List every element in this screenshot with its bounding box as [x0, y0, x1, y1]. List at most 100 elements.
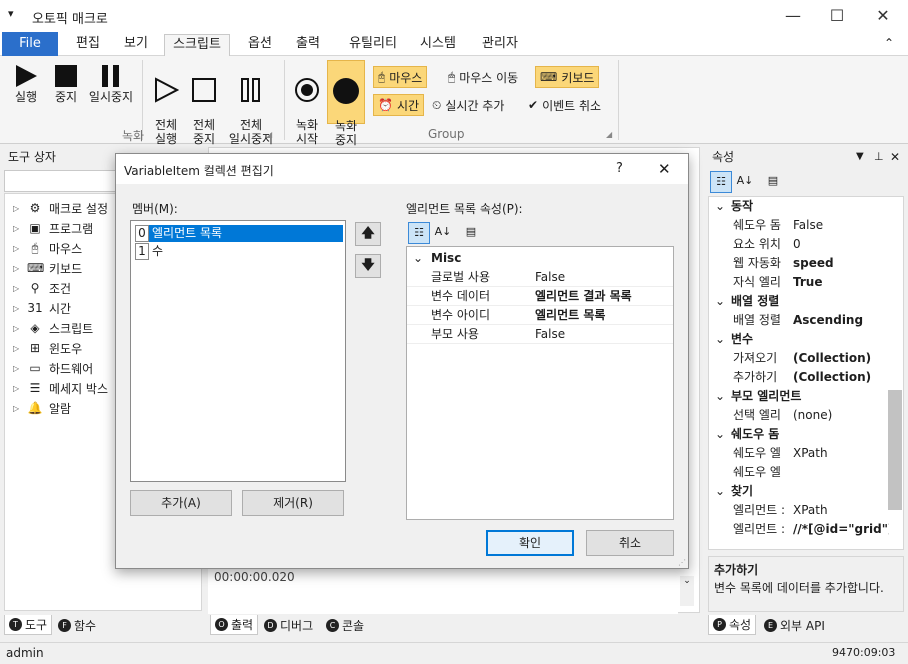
property-row[interactable]: 엘리먼트 : //*[@id="grid"]	[709, 520, 889, 539]
categorized-view-icon[interactable]: ☷	[710, 171, 732, 193]
tab-debug[interactable]: D 디버그	[260, 615, 317, 635]
tab-system[interactable]: 시스템	[412, 34, 464, 56]
property-row[interactable]: 배열 정렬 Ascending	[709, 311, 889, 330]
group-launcher-icon[interactable]: ◢	[266, 130, 272, 139]
time-record-toggle[interactable]: ⏰ 시간	[373, 94, 425, 116]
ribbon-collapse-icon[interactable]: ⌃	[884, 36, 894, 50]
expand-arrow-icon[interactable]: ▷	[13, 344, 21, 353]
tab-properties[interactable]: P 속성	[708, 615, 757, 635]
property-category[interactable]: ⌄ 부모 엘리먼트	[709, 387, 889, 406]
property-row[interactable]: 쉐도우 엘 XPath	[709, 444, 889, 463]
tab-output[interactable]: O 출력	[210, 615, 259, 635]
property-row[interactable]: 웹 자동화 speed	[709, 254, 889, 273]
property-row[interactable]: 부모 사용 False	[407, 325, 673, 344]
property-row[interactable]: 쉐도우 돔 False	[709, 216, 889, 235]
property-row[interactable]: 선택 엘리 (none)	[709, 406, 889, 425]
panel-close-icon[interactable]: ✕	[890, 147, 900, 167]
tab-tools[interactable]: T 도구	[4, 615, 53, 635]
stop-all-button[interactable]: 전체 중지	[186, 62, 222, 160]
ok-button[interactable]: 확인	[486, 530, 574, 556]
expand-arrow-icon[interactable]: ▷	[13, 204, 21, 213]
property-category[interactable]: ⌄ Misc	[407, 249, 673, 267]
expand-arrow-icon[interactable]: ▷	[13, 244, 21, 253]
tree-item[interactable]: ▷ ▣ 프로그램	[13, 218, 93, 238]
pause-button[interactable]: 일시중지	[86, 62, 136, 104]
expand-arrow-icon[interactable]: ▷	[13, 304, 21, 313]
tab-file[interactable]: File	[2, 32, 58, 56]
tree-item[interactable]: ▷ ▭ 하드웨어	[13, 358, 93, 378]
close-button[interactable]: ✕	[860, 0, 906, 32]
stop-button[interactable]: 중지	[48, 62, 84, 104]
tree-item[interactable]: ▷ ⚙ 매크로 설정	[13, 198, 108, 218]
panel-dropdown-icon[interactable]: ▼	[856, 147, 864, 167]
record-start-button[interactable]: 녹화 시작	[290, 62, 324, 160]
maximize-button[interactable]: ☐	[814, 0, 860, 32]
list-item[interactable]: 1 수	[135, 243, 163, 260]
properties-scrollbar-thumb[interactable]	[888, 390, 902, 510]
pin-icon[interactable]: ⊥	[874, 147, 884, 167]
tree-item[interactable]: ▷ 🖰 마우스	[13, 238, 82, 258]
help-button[interactable]: ?	[616, 161, 623, 176]
run-all-button[interactable]: 전체 실행	[148, 62, 184, 160]
cancel-button[interactable]: 취소	[586, 530, 674, 556]
alphabetical-sort-icon[interactable]: A↓	[432, 222, 454, 244]
property-row[interactable]: 엘리먼트 : XPath	[709, 501, 889, 520]
property-pages-icon[interactable]: ▤	[762, 171, 784, 193]
list-item[interactable]: 0 엘리먼트 목록	[135, 225, 343, 242]
property-pages-icon[interactable]: ▤	[460, 222, 482, 244]
expand-arrow-icon[interactable]: ▷	[13, 284, 21, 293]
tree-item[interactable]: ▷ 🔔 알람	[13, 398, 71, 418]
tree-item[interactable]: ▷ ⚲ 조건	[13, 278, 71, 298]
dialog-property-grid[interactable]: ⌄ Misc 글로벌 사용 False 변수 데이터 엘리먼트 결과 목록 변수 아이디 엘…	[406, 246, 674, 520]
property-row[interactable]: 변수 아이디 엘리먼트 목록	[407, 306, 673, 325]
tab-script[interactable]: 스크립트	[164, 34, 230, 56]
tab-view[interactable]: 보기	[114, 34, 158, 56]
tab-edit[interactable]: 편집	[66, 34, 110, 56]
expand-arrow-icon[interactable]: ▷	[13, 264, 21, 273]
property-row[interactable]: 가져오기 (Collection)	[709, 349, 889, 368]
tab-console[interactable]: C 콘솔	[322, 615, 368, 635]
pause-all-button[interactable]: 전체 일시중지	[224, 62, 278, 160]
property-row[interactable]: 요소 위치 0	[709, 235, 889, 254]
dialog-close-button[interactable]: ✕	[658, 160, 671, 178]
tree-item[interactable]: ▷ 31 시간	[13, 298, 71, 318]
record-stop-button[interactable]: 녹화 중지	[327, 60, 365, 147]
tab-utility[interactable]: 유틸리티	[340, 34, 406, 56]
expand-arrow-icon[interactable]: ▷	[13, 384, 21, 393]
remove-button[interactable]: 제거(R)	[242, 490, 344, 516]
categorized-view-icon[interactable]: ☷	[408, 222, 430, 244]
tab-external-api[interactable]: E 외부 API	[760, 615, 829, 635]
alphabetical-sort-icon[interactable]: A↓	[734, 171, 756, 193]
move-down-button[interactable]: 🡇	[355, 254, 381, 278]
property-category[interactable]: ⌄ 변수	[709, 330, 889, 349]
expand-arrow-icon[interactable]: ▷	[13, 404, 21, 413]
property-category[interactable]: ⌄ 쉐도우 돔	[709, 425, 889, 444]
quick-access-menu-icon[interactable]: ▾	[8, 7, 14, 20]
group-launcher-icon[interactable]: ◢	[606, 130, 612, 139]
tree-item[interactable]: ▷ ⌨ 키보드	[13, 258, 82, 278]
property-category[interactable]: ⌄ 찾기	[709, 482, 889, 501]
output-scrollbar[interactable]: ⌄	[680, 576, 694, 606]
realtime-add-toggle[interactable]: ⏲ 실시간 추가	[428, 94, 508, 116]
expand-arrow-icon[interactable]: ▷	[13, 324, 21, 333]
tree-item[interactable]: ▷ ◈ 스크립트	[13, 318, 93, 338]
mouse-record-toggle[interactable]: 🖰 마우스	[373, 66, 428, 88]
expand-arrow-icon[interactable]: ▷	[13, 224, 21, 233]
keyboard-record-toggle[interactable]: ⌨ 키보드	[535, 66, 600, 88]
run-button[interactable]: 실행	[8, 62, 44, 104]
event-cancel-toggle[interactable]: ✔ 이벤트 취소	[524, 94, 605, 116]
tab-options[interactable]: 옵션	[238, 34, 282, 56]
property-row[interactable]: 자식 엘리 True	[709, 273, 889, 292]
resize-grip-icon[interactable]: ⋰	[678, 558, 686, 567]
move-up-button[interactable]: 🡅	[355, 222, 381, 246]
tab-output[interactable]: 출력	[286, 34, 330, 56]
add-button[interactable]: 추가(A)	[130, 490, 232, 516]
tree-item[interactable]: ▷ ⊞ 윈도우	[13, 338, 82, 358]
tab-functions[interactable]: F 함수	[54, 615, 100, 635]
property-category[interactable]: ⌄ 배열 정렬	[709, 292, 889, 311]
property-row[interactable]: 쉐도우 엘	[709, 463, 889, 482]
minimize-button[interactable]: —	[770, 0, 816, 32]
property-category[interactable]: ⌄ 동작	[709, 197, 889, 216]
property-row[interactable]: 추가하기 (Collection)	[709, 368, 889, 387]
property-row[interactable]: 변수 데이터 엘리먼트 결과 목록	[407, 287, 673, 306]
